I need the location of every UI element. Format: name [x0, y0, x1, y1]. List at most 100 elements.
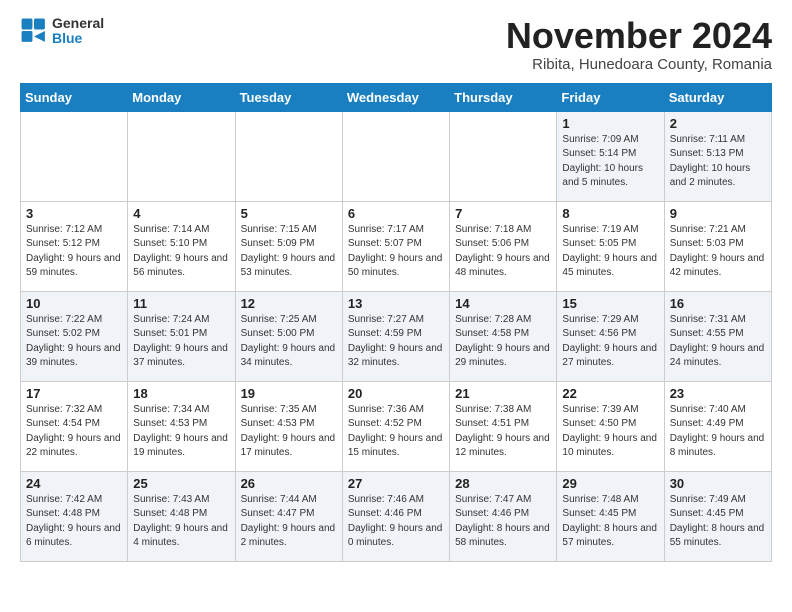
day-cell: 22 Sunrise: 7:39 AM Sunset: 4:50 PM Dayli…	[557, 381, 664, 471]
header: General Blue November 2024 Ribita, Huned…	[20, 16, 772, 73]
day-info: Sunrise: 7:11 AM Sunset: 5:13 PM Dayligh…	[670, 133, 766, 191]
day-cell: 14 Sunrise: 7:28 AM Sunset: 4:58 PM Dayli…	[450, 291, 557, 381]
day-number: 10	[26, 296, 122, 311]
day-number: 28	[455, 476, 551, 491]
day-info: Sunrise: 7:28 AM Sunset: 4:58 PM Dayligh…	[455, 313, 551, 371]
day-cell: 15 Sunrise: 7:29 AM Sunset: 4:56 PM Dayli…	[557, 291, 664, 381]
logo-text: General Blue	[52, 16, 104, 47]
day-cell: 4Sunrise: 7:14 AM Sunset: 5:10 PM Daylig…	[128, 201, 235, 291]
day-cell	[128, 111, 235, 201]
day-info: Sunrise: 7:15 AM Sunset: 5:09 PM Dayligh…	[241, 223, 337, 281]
weekday-header-friday: Friday	[557, 83, 664, 111]
day-number: 21	[455, 386, 551, 401]
week-row-3: 10 Sunrise: 7:22 AM Sunset: 5:02 PM Dayli…	[21, 291, 772, 381]
day-cell: 20Sunrise: 7:36 AM Sunset: 4:52 PM Dayli…	[342, 381, 449, 471]
day-info: Sunrise: 7:21 AM Sunset: 5:03 PM Dayligh…	[670, 223, 766, 281]
day-number: 13	[348, 296, 444, 311]
title-area: November 2024 Ribita, Hunedoara County, …	[506, 16, 772, 73]
day-number: 23	[670, 386, 766, 401]
day-info: Sunrise: 7:43 AM Sunset: 4:48 PM Dayligh…	[133, 493, 229, 551]
day-cell	[342, 111, 449, 201]
day-cell	[235, 111, 342, 201]
day-number: 25	[133, 476, 229, 491]
day-info: Sunrise: 7:27 AM Sunset: 4:59 PM Dayligh…	[348, 313, 444, 371]
day-cell: 16 Sunrise: 7:31 AM Sunset: 4:55 PM Dayli…	[664, 291, 771, 381]
month-title: November 2024	[506, 16, 772, 56]
day-number: 11	[133, 296, 229, 311]
day-cell: 21 Sunrise: 7:38 AM Sunset: 4:51 PM Dayli…	[450, 381, 557, 471]
day-info: Sunrise: 7:39 AM Sunset: 4:50 PM Dayligh…	[562, 403, 658, 461]
day-info: Sunrise: 7:18 AM Sunset: 5:06 PM Dayligh…	[455, 223, 551, 281]
day-cell: 19 Sunrise: 7:35 AM Sunset: 4:53 PM Dayli…	[235, 381, 342, 471]
weekday-header-monday: Monday	[128, 83, 235, 111]
day-number: 8	[562, 206, 658, 221]
day-number: 29	[562, 476, 658, 491]
day-info: Sunrise: 7:14 AM Sunset: 5:10 PM Dayligh…	[133, 223, 229, 281]
day-info: Sunrise: 7:17 AM Sunset: 5:07 PM Dayligh…	[348, 223, 444, 281]
day-cell: 28 Sunrise: 7:47 AM Sunset: 4:46 PM Dayli…	[450, 471, 557, 561]
day-number: 2	[670, 116, 766, 131]
day-number: 30	[670, 476, 766, 491]
day-info: Sunrise: 7:12 AM Sunset: 5:12 PM Dayligh…	[26, 223, 122, 281]
day-info: Sunrise: 7:09 AM Sunset: 5:14 PM Dayligh…	[562, 133, 658, 191]
day-number: 15	[562, 296, 658, 311]
day-cell: 8 Sunrise: 7:19 AM Sunset: 5:05 PM Daylig…	[557, 201, 664, 291]
day-cell: 13 Sunrise: 7:27 AM Sunset: 4:59 PM Dayli…	[342, 291, 449, 381]
weekday-header-tuesday: Tuesday	[235, 83, 342, 111]
day-number: 22	[562, 386, 658, 401]
day-cell	[21, 111, 128, 201]
day-cell	[450, 111, 557, 201]
week-row-2: 3Sunrise: 7:12 AM Sunset: 5:12 PM Daylig…	[21, 201, 772, 291]
day-cell: 11 Sunrise: 7:24 AM Sunset: 5:01 PM Dayli…	[128, 291, 235, 381]
day-number: 16	[670, 296, 766, 311]
day-info: Sunrise: 7:32 AM Sunset: 4:54 PM Dayligh…	[26, 403, 122, 461]
day-info: Sunrise: 7:42 AM Sunset: 4:48 PM Dayligh…	[26, 493, 122, 551]
day-cell: 18Sunrise: 7:34 AM Sunset: 4:53 PM Dayli…	[128, 381, 235, 471]
day-number: 12	[241, 296, 337, 311]
day-info: Sunrise: 7:19 AM Sunset: 5:05 PM Dayligh…	[562, 223, 658, 281]
day-number: 1	[562, 116, 658, 131]
day-info: Sunrise: 7:46 AM Sunset: 4:46 PM Dayligh…	[348, 493, 444, 551]
day-info: Sunrise: 7:34 AM Sunset: 4:53 PM Dayligh…	[133, 403, 229, 461]
day-number: 24	[26, 476, 122, 491]
day-cell: 30 Sunrise: 7:49 AM Sunset: 4:45 PM Dayli…	[664, 471, 771, 561]
day-cell: 10 Sunrise: 7:22 AM Sunset: 5:02 PM Dayli…	[21, 291, 128, 381]
week-row-1: 1 Sunrise: 7:09 AM Sunset: 5:14 PM Daylig…	[21, 111, 772, 201]
day-cell: 23 Sunrise: 7:40 AM Sunset: 4:49 PM Dayli…	[664, 381, 771, 471]
day-info: Sunrise: 7:47 AM Sunset: 4:46 PM Dayligh…	[455, 493, 551, 551]
day-cell: 6 Sunrise: 7:17 AM Sunset: 5:07 PM Daylig…	[342, 201, 449, 291]
day-number: 6	[348, 206, 444, 221]
weekday-header-wednesday: Wednesday	[342, 83, 449, 111]
day-cell: 1 Sunrise: 7:09 AM Sunset: 5:14 PM Daylig…	[557, 111, 664, 201]
day-info: Sunrise: 7:36 AM Sunset: 4:52 PM Dayligh…	[348, 403, 444, 461]
day-cell: 29Sunrise: 7:48 AM Sunset: 4:45 PM Dayli…	[557, 471, 664, 561]
weekday-header-saturday: Saturday	[664, 83, 771, 111]
day-cell: 7Sunrise: 7:18 AM Sunset: 5:06 PM Daylig…	[450, 201, 557, 291]
day-info: Sunrise: 7:24 AM Sunset: 5:01 PM Dayligh…	[133, 313, 229, 371]
day-info: Sunrise: 7:40 AM Sunset: 4:49 PM Dayligh…	[670, 403, 766, 461]
day-number: 19	[241, 386, 337, 401]
day-info: Sunrise: 7:49 AM Sunset: 4:45 PM Dayligh…	[670, 493, 766, 551]
day-info: Sunrise: 7:31 AM Sunset: 4:55 PM Dayligh…	[670, 313, 766, 371]
day-info: Sunrise: 7:35 AM Sunset: 4:53 PM Dayligh…	[241, 403, 337, 461]
day-number: 5	[241, 206, 337, 221]
day-cell: 26 Sunrise: 7:44 AM Sunset: 4:47 PM Dayli…	[235, 471, 342, 561]
day-info: Sunrise: 7:25 AM Sunset: 5:00 PM Dayligh…	[241, 313, 337, 371]
weekday-header-thursday: Thursday	[450, 83, 557, 111]
week-row-4: 17Sunrise: 7:32 AM Sunset: 4:54 PM Dayli…	[21, 381, 772, 471]
day-cell: 9 Sunrise: 7:21 AM Sunset: 5:03 PM Daylig…	[664, 201, 771, 291]
day-info: Sunrise: 7:22 AM Sunset: 5:02 PM Dayligh…	[26, 313, 122, 371]
day-cell: 12 Sunrise: 7:25 AM Sunset: 5:00 PM Dayli…	[235, 291, 342, 381]
day-number: 14	[455, 296, 551, 311]
day-number: 26	[241, 476, 337, 491]
logo-top: General	[52, 16, 104, 31]
day-info: Sunrise: 7:38 AM Sunset: 4:51 PM Dayligh…	[455, 403, 551, 461]
weekday-header-sunday: Sunday	[21, 83, 128, 111]
day-cell: 27Sunrise: 7:46 AM Sunset: 4:46 PM Dayli…	[342, 471, 449, 561]
day-info: Sunrise: 7:29 AM Sunset: 4:56 PM Dayligh…	[562, 313, 658, 371]
day-number: 9	[670, 206, 766, 221]
logo-bottom: Blue	[52, 31, 104, 46]
day-info: Sunrise: 7:44 AM Sunset: 4:47 PM Dayligh…	[241, 493, 337, 551]
location: Ribita, Hunedoara County, Romania	[506, 56, 772, 73]
weekday-header-row: SundayMondayTuesdayWednesdayThursdayFrid…	[21, 83, 772, 111]
